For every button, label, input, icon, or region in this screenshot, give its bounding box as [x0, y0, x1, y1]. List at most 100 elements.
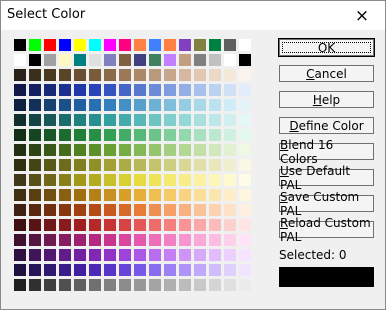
color-swatch[interactable] — [89, 99, 101, 111]
color-swatch[interactable] — [149, 129, 161, 141]
color-swatch[interactable] — [44, 129, 56, 141]
color-swatch[interactable] — [239, 219, 251, 231]
color-swatch[interactable] — [239, 159, 251, 171]
color-swatch[interactable] — [149, 54, 161, 66]
color-swatch[interactable] — [119, 234, 131, 246]
color-swatch[interactable] — [194, 219, 206, 231]
color-swatch[interactable] — [194, 249, 206, 261]
color-swatch[interactable] — [239, 54, 251, 66]
color-swatch[interactable] — [29, 129, 41, 141]
color-swatch[interactable] — [149, 264, 161, 276]
color-swatch[interactable] — [89, 204, 101, 216]
color-swatch[interactable] — [164, 234, 176, 246]
color-swatch[interactable] — [44, 234, 56, 246]
color-swatch[interactable] — [224, 54, 236, 66]
color-swatch[interactable] — [179, 279, 191, 291]
color-swatch[interactable] — [44, 84, 56, 96]
color-swatch[interactable] — [104, 234, 116, 246]
color-swatch[interactable] — [224, 279, 236, 291]
color-swatch[interactable] — [134, 219, 146, 231]
color-swatch[interactable] — [44, 219, 56, 231]
color-swatch[interactable] — [164, 174, 176, 186]
color-swatch[interactable] — [89, 159, 101, 171]
color-swatch[interactable] — [194, 144, 206, 156]
save-custom-pal-button[interactable]: Save Custom PAL — [279, 190, 374, 218]
color-swatch[interactable] — [74, 69, 86, 81]
color-swatch[interactable] — [149, 144, 161, 156]
color-swatch[interactable] — [149, 114, 161, 126]
color-swatch[interactable] — [59, 204, 71, 216]
close-icon[interactable]: × — [339, 1, 385, 30]
color-swatch[interactable] — [209, 99, 221, 111]
color-swatch[interactable] — [179, 249, 191, 261]
color-swatch[interactable] — [224, 99, 236, 111]
color-swatch[interactable] — [44, 39, 56, 51]
color-swatch[interactable] — [164, 84, 176, 96]
color-swatch[interactable] — [89, 174, 101, 186]
color-swatch[interactable] — [119, 264, 131, 276]
color-swatch[interactable] — [59, 144, 71, 156]
color-swatch[interactable] — [29, 204, 41, 216]
color-swatch[interactable] — [89, 219, 101, 231]
color-swatch[interactable] — [149, 84, 161, 96]
color-swatch[interactable] — [59, 99, 71, 111]
color-swatch[interactable] — [89, 279, 101, 291]
color-swatch[interactable] — [209, 219, 221, 231]
color-swatch[interactable] — [134, 264, 146, 276]
color-swatch[interactable] — [209, 249, 221, 261]
color-swatch[interactable] — [14, 279, 26, 291]
color-swatch[interactable] — [29, 69, 41, 81]
color-swatch[interactable] — [59, 174, 71, 186]
color-swatch[interactable] — [164, 219, 176, 231]
color-swatch[interactable] — [14, 99, 26, 111]
color-swatch[interactable] — [104, 279, 116, 291]
color-swatch[interactable] — [149, 174, 161, 186]
color-swatch[interactable] — [179, 99, 191, 111]
color-swatch[interactable] — [14, 204, 26, 216]
color-swatch[interactable] — [74, 39, 86, 51]
color-swatch[interactable] — [74, 264, 86, 276]
color-swatch[interactable] — [44, 189, 56, 201]
color-swatch[interactable] — [209, 204, 221, 216]
color-swatch[interactable] — [44, 54, 56, 66]
color-swatch[interactable] — [164, 39, 176, 51]
color-swatch[interactable] — [164, 114, 176, 126]
color-swatch[interactable] — [119, 144, 131, 156]
color-swatch[interactable] — [239, 84, 251, 96]
color-swatch[interactable] — [164, 69, 176, 81]
define-color-button[interactable]: Define Color — [279, 117, 374, 134]
color-swatch[interactable] — [164, 279, 176, 291]
color-swatch[interactable] — [194, 204, 206, 216]
color-swatch[interactable] — [44, 114, 56, 126]
color-swatch[interactable] — [119, 84, 131, 96]
color-swatch[interactable] — [14, 264, 26, 276]
color-swatch[interactable] — [59, 219, 71, 231]
color-swatch[interactable] — [179, 144, 191, 156]
color-swatch[interactable] — [179, 174, 191, 186]
color-swatch[interactable] — [209, 39, 221, 51]
color-swatch[interactable] — [29, 99, 41, 111]
color-swatch[interactable] — [119, 129, 131, 141]
blend-16-colors-button[interactable]: Blend 16 Colors — [279, 138, 374, 166]
color-swatch[interactable] — [194, 174, 206, 186]
color-swatch[interactable] — [89, 189, 101, 201]
color-swatch[interactable] — [224, 69, 236, 81]
color-swatch[interactable] — [149, 219, 161, 231]
color-swatch[interactable] — [149, 189, 161, 201]
help-button[interactable]: Help — [279, 91, 374, 108]
color-swatch[interactable] — [119, 249, 131, 261]
color-swatch[interactable] — [74, 204, 86, 216]
color-swatch[interactable] — [29, 189, 41, 201]
color-swatch[interactable] — [164, 144, 176, 156]
color-swatch[interactable] — [89, 249, 101, 261]
color-swatch[interactable] — [104, 144, 116, 156]
color-swatch[interactable] — [59, 39, 71, 51]
color-swatch[interactable] — [179, 54, 191, 66]
color-swatch[interactable] — [29, 114, 41, 126]
color-swatch[interactable] — [224, 189, 236, 201]
color-swatch[interactable] — [104, 264, 116, 276]
color-swatch[interactable] — [44, 204, 56, 216]
color-swatch[interactable] — [209, 159, 221, 171]
color-swatch[interactable] — [44, 99, 56, 111]
color-swatch[interactable] — [239, 234, 251, 246]
